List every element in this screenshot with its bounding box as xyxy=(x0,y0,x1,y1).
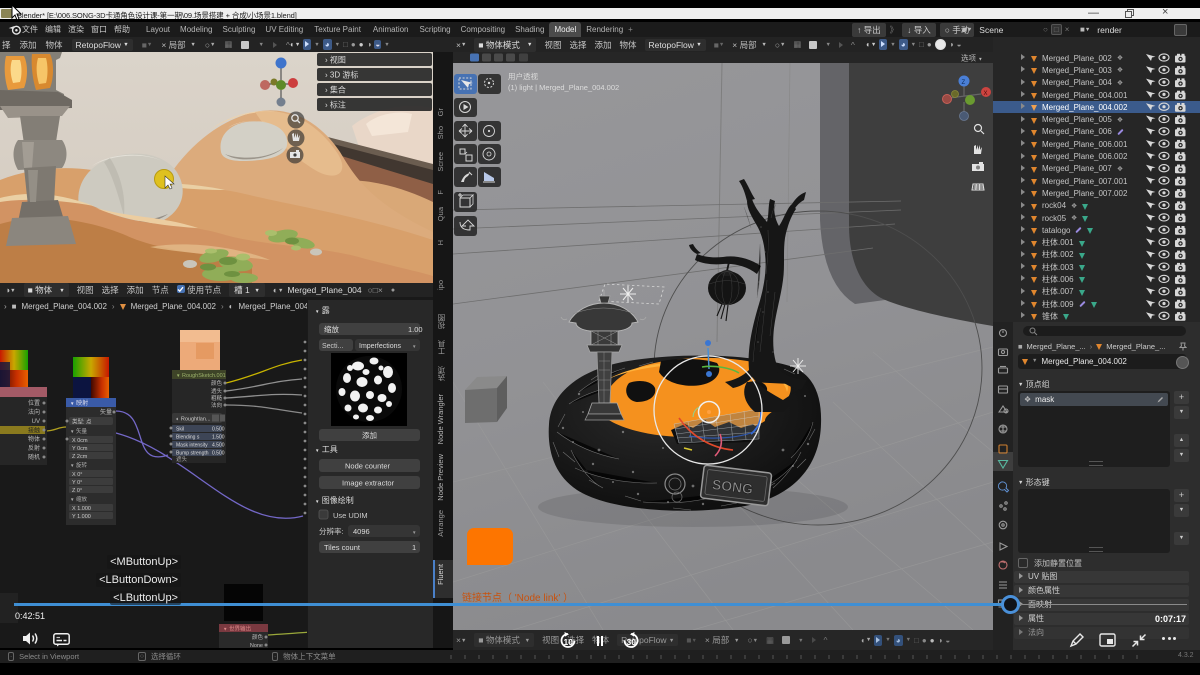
svg-text:▼: ▼ xyxy=(412,530,416,535)
svg-text:Y 0°: Y 0° xyxy=(72,480,82,486)
svg-text:Z 2cm: Z 2cm xyxy=(72,454,88,460)
svg-text:遮头: 遮头 xyxy=(176,455,188,463)
svg-text:Tiles count: Tiles count xyxy=(324,543,361,552)
svg-text:1.00: 1.00 xyxy=(408,325,423,334)
svg-text:法向: 法向 xyxy=(211,401,222,409)
svg-text:▼ RoughSketch.001: ▼ RoughSketch.001 xyxy=(176,373,226,379)
svg-text:Bump strength: Bump strength xyxy=(176,451,209,457)
svg-text:Image extractor: Image extractor xyxy=(342,479,395,488)
svg-text:Node counter: Node counter xyxy=(345,462,391,471)
svg-text:4096: 4096 xyxy=(353,527,370,536)
svg-text:▼ 露: ▼ 露 xyxy=(315,306,330,315)
svg-text:0.500: 0.500 xyxy=(212,427,225,433)
svg-text:› 视图: › 视图 xyxy=(325,55,346,65)
svg-text:Skil: Skil xyxy=(176,427,184,433)
svg-text:Mask intensity: Mask intensity xyxy=(176,443,208,449)
svg-text:类型: 点: 类型: 点 xyxy=(72,418,92,426)
svg-text:Use UDIM: Use UDIM xyxy=(333,511,368,520)
svg-text:缩放: 缩放 xyxy=(324,324,339,334)
svg-text:▼ 矢量: ▼ 矢量 xyxy=(70,427,87,435)
svg-text:Z: Z xyxy=(962,80,966,86)
svg-text:1.500: 1.500 xyxy=(212,435,225,441)
svg-text:4.500: 4.500 xyxy=(212,443,225,449)
svg-text:反射: 反射 xyxy=(28,444,40,452)
svg-text:X 0°: X 0° xyxy=(72,472,82,478)
svg-text:X 0cm: X 0cm xyxy=(72,438,88,444)
svg-text:Secti...: Secti... xyxy=(322,343,343,350)
svg-text:▼ 映射: ▼ 映射 xyxy=(70,399,88,407)
svg-text:› 集合: › 集合 xyxy=(325,85,346,95)
svg-text:1: 1 xyxy=(412,543,416,552)
svg-text:颜色: 颜色 xyxy=(211,379,223,387)
svg-text:▼ 世界输出: ▼ 世界输出 xyxy=(223,625,251,633)
svg-text:随机: 随机 xyxy=(28,453,40,461)
svg-text:▼ 缩放: ▼ 缩放 xyxy=(70,495,87,503)
svg-text:物体: 物体 xyxy=(28,435,40,443)
svg-text:法向: 法向 xyxy=(28,408,40,416)
svg-text:▼: ▼ xyxy=(412,344,416,349)
svg-text:10: 10 xyxy=(564,637,574,647)
svg-text:接触: 接触 xyxy=(28,427,40,435)
svg-text:添加: 添加 xyxy=(362,430,377,440)
svg-text:X 1.000: X 1.000 xyxy=(72,506,91,512)
svg-text:用户透视: 用户透视 xyxy=(508,71,538,81)
svg-text:◐ Roughtlan...: ◐ Roughtlan... xyxy=(176,417,211,423)
svg-text:位置: 位置 xyxy=(28,399,40,407)
svg-text:粗糙: 粗糙 xyxy=(211,394,223,402)
svg-text:Blending s: Blending s xyxy=(176,435,200,441)
svg-text:Y 1.000: Y 1.000 xyxy=(72,514,91,520)
svg-text:› 标注: › 标注 xyxy=(325,100,346,110)
svg-text:› 3D 游标: › 3D 游标 xyxy=(325,70,358,80)
svg-text:▼ 旋转: ▼ 旋转 xyxy=(70,461,87,469)
svg-text:矢量: 矢量 xyxy=(100,408,112,416)
svg-text:0.500: 0.500 xyxy=(212,451,225,457)
svg-text:分辨率:: 分辨率: xyxy=(319,526,344,536)
svg-text:颜色: 颜色 xyxy=(252,633,264,641)
svg-text:X: X xyxy=(984,91,988,97)
svg-text:Imperfections: Imperfections xyxy=(359,343,402,350)
svg-text:Z 0°: Z 0° xyxy=(72,488,82,494)
svg-text:▼ 图像绘制: ▼ 图像绘制 xyxy=(315,495,354,505)
svg-text:透头: 透头 xyxy=(211,387,223,395)
svg-text:Y 0cm: Y 0cm xyxy=(72,446,88,452)
svg-text:▼ 工具: ▼ 工具 xyxy=(315,445,338,454)
svg-text:(1) light | Merged_Plane_004.0: (1) light | Merged_Plane_004.002 xyxy=(508,83,619,92)
svg-text:UV: UV xyxy=(32,419,40,425)
svg-text:None: None xyxy=(250,643,263,648)
svg-text:30: 30 xyxy=(627,637,637,647)
